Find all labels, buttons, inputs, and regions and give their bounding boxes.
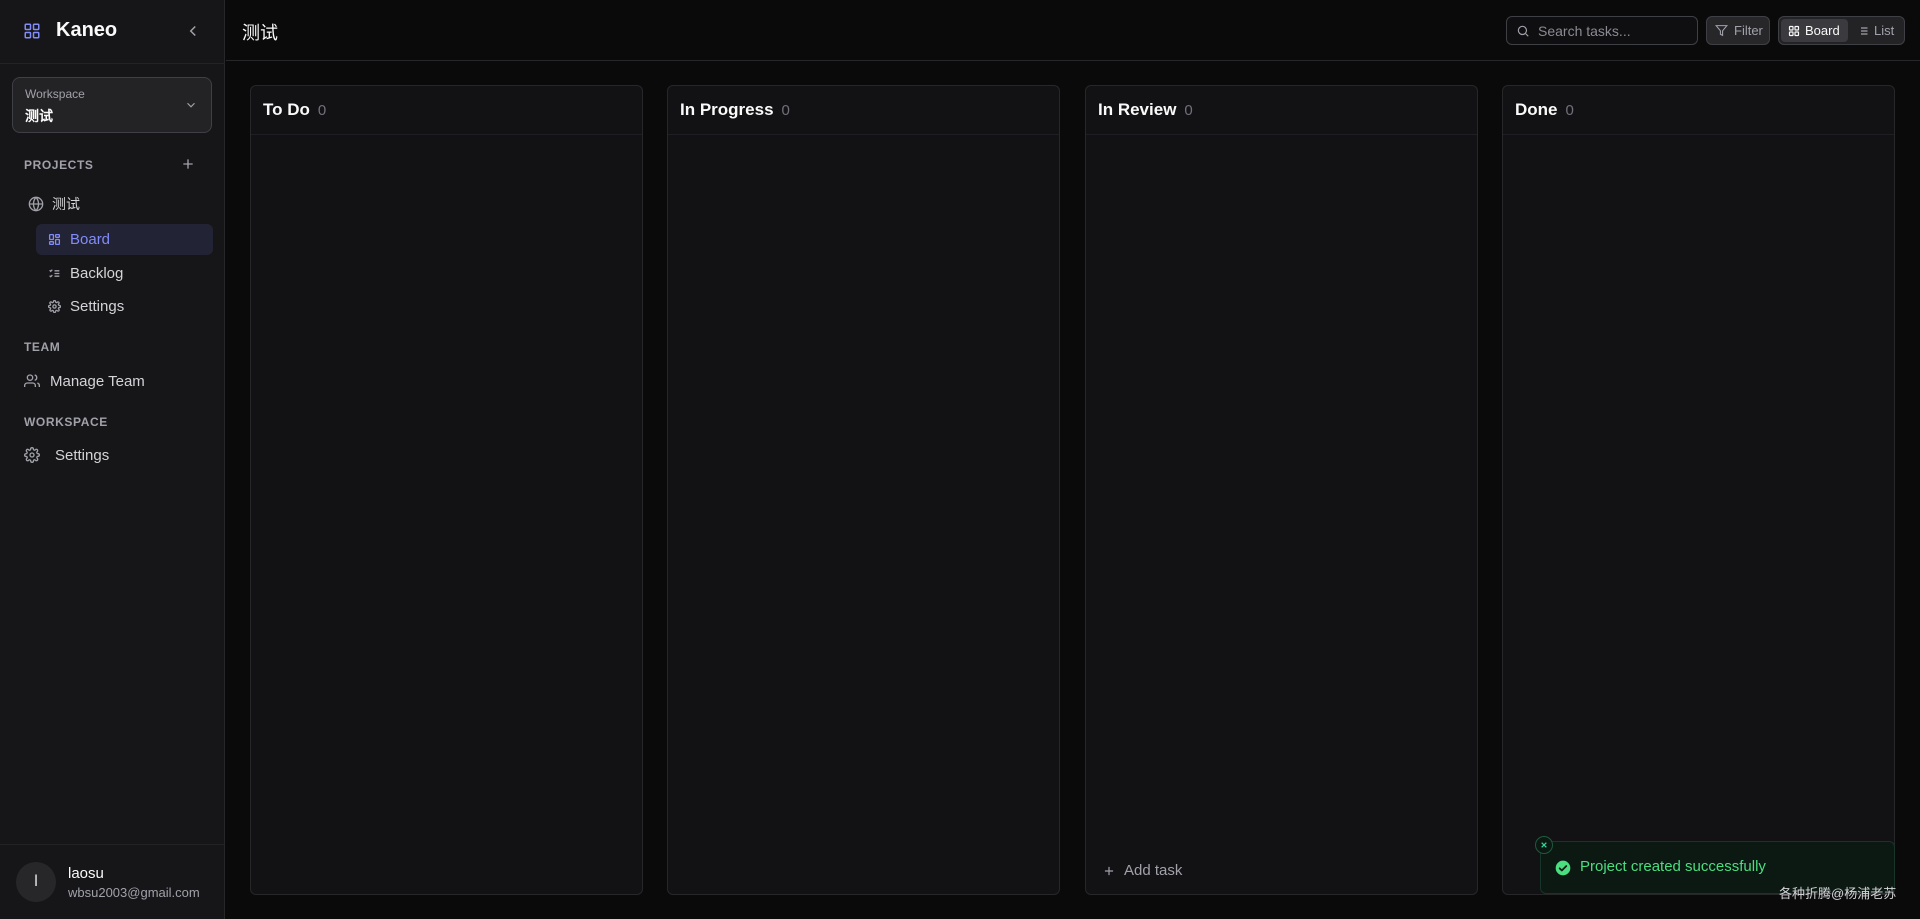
project-nav-backlog[interactable]: Backlog — [36, 258, 213, 289]
column-title: To Do 0 — [263, 100, 326, 120]
column-title-text: Done — [1515, 100, 1558, 119]
board-view-button[interactable]: Board — [1781, 19, 1848, 42]
workspace-settings-item[interactable]: Settings — [24, 444, 109, 466]
topbar: 测试 Filter Board List — [226, 0, 1920, 61]
project-nav-board[interactable]: Board — [36, 224, 213, 255]
board-column-in-review: In Review 0 Add task — [1085, 85, 1478, 895]
layout-grid-icon — [23, 22, 41, 40]
workspace-switcher-label: Workspace — [25, 87, 85, 101]
gear-icon — [24, 447, 40, 463]
plus-icon — [183, 159, 193, 169]
board-column-todo: To Do 0 — [250, 85, 643, 895]
view-toggle: Board List — [1778, 16, 1905, 45]
watermark-text: 各种折腾@杨浦老苏 — [1779, 886, 1897, 901]
board-column-in-progress: In Progress 0 — [667, 85, 1060, 895]
list-view-label: List — [1874, 23, 1895, 38]
check-circle-icon — [1555, 860, 1571, 876]
chevron-left-icon — [189, 25, 196, 37]
team-section-title: TEAM — [24, 340, 61, 354]
column-count: 0 — [781, 102, 790, 119]
column-title: In Progress 0 — [680, 100, 790, 120]
plus-icon — [1102, 864, 1116, 878]
manage-team-item[interactable]: Manage Team — [24, 370, 145, 392]
column-title-text: In Progress — [680, 100, 774, 119]
avatar: l — [16, 862, 56, 902]
list-view-button[interactable]: List — [1850, 19, 1902, 42]
column-header: To Do 0 — [251, 86, 642, 135]
filter-icon — [1715, 24, 1728, 37]
project-name: 测试 — [52, 196, 80, 212]
board-view-label: Board — [1805, 23, 1840, 38]
workspace-switcher[interactable]: Workspace 测试 — [12, 77, 212, 133]
workspace-section-title: WORKSPACE — [24, 415, 108, 429]
sidebar: Kaneo Workspace 测试 PROJECTS 测试 Board Bac… — [0, 0, 225, 919]
column-count: 0 — [1184, 102, 1193, 119]
column-count: 0 — [317, 102, 327, 119]
user-menu[interactable]: l laosu wbsu2003@gmail.com — [0, 844, 225, 919]
kanban-icon — [48, 233, 61, 246]
workspace-name: 测试 — [25, 108, 53, 124]
search-input[interactable] — [1538, 22, 1688, 39]
close-icon — [1541, 842, 1547, 848]
chevron-down-icon — [184, 98, 198, 112]
column-title-text: To Do — [263, 100, 310, 119]
list-icon — [1857, 25, 1869, 37]
column-header: In Progress 0 — [668, 86, 1059, 135]
toast-close-button[interactable] — [1535, 836, 1553, 854]
globe-icon — [28, 196, 44, 212]
project-nav-board-label: Board — [70, 231, 111, 248]
column-count: 0 — [1565, 102, 1574, 119]
column-header: In Review 0 — [1086, 86, 1477, 135]
project-nav-settings-label: Settings — [70, 298, 125, 315]
user-name: laosu — [68, 865, 104, 882]
column-header: Done 0 — [1503, 86, 1894, 135]
column-title-text: In Review — [1098, 100, 1177, 119]
workspace-settings-label: Settings — [55, 446, 110, 464]
toast-message: Project created successfully — [1580, 858, 1766, 875]
add-project-button[interactable] — [180, 156, 196, 172]
gear-icon — [48, 300, 61, 313]
project-nav-settings[interactable]: Settings — [36, 291, 213, 322]
users-icon — [24, 373, 40, 389]
project-item[interactable]: 测试 — [28, 194, 80, 214]
search-field[interactable] — [1506, 16, 1698, 45]
sidebar-header: Kaneo — [0, 0, 225, 64]
app-name: Kaneo — [56, 19, 118, 41]
collapse-sidebar-button[interactable] — [184, 22, 202, 40]
list-checks-icon — [48, 267, 61, 280]
column-title: Done 0 — [1515, 100, 1574, 120]
filter-label: Filter — [1734, 23, 1763, 38]
manage-team-label: Manage Team — [50, 372, 145, 390]
page-title: 测试 — [242, 23, 278, 43]
add-task-label: Add task — [1124, 862, 1183, 879]
user-email: wbsu2003@gmail.com — [68, 885, 200, 900]
board-column-done: Done 0 — [1502, 85, 1895, 895]
layout-grid-icon — [1788, 25, 1800, 37]
projects-section-title: PROJECTS — [24, 158, 94, 172]
search-icon — [1516, 24, 1530, 38]
add-task-button[interactable]: Add task — [1102, 862, 1182, 879]
project-nav-backlog-label: Backlog — [70, 265, 124, 282]
filter-button[interactable]: Filter — [1706, 16, 1770, 45]
column-title: In Review 0 — [1098, 100, 1193, 120]
